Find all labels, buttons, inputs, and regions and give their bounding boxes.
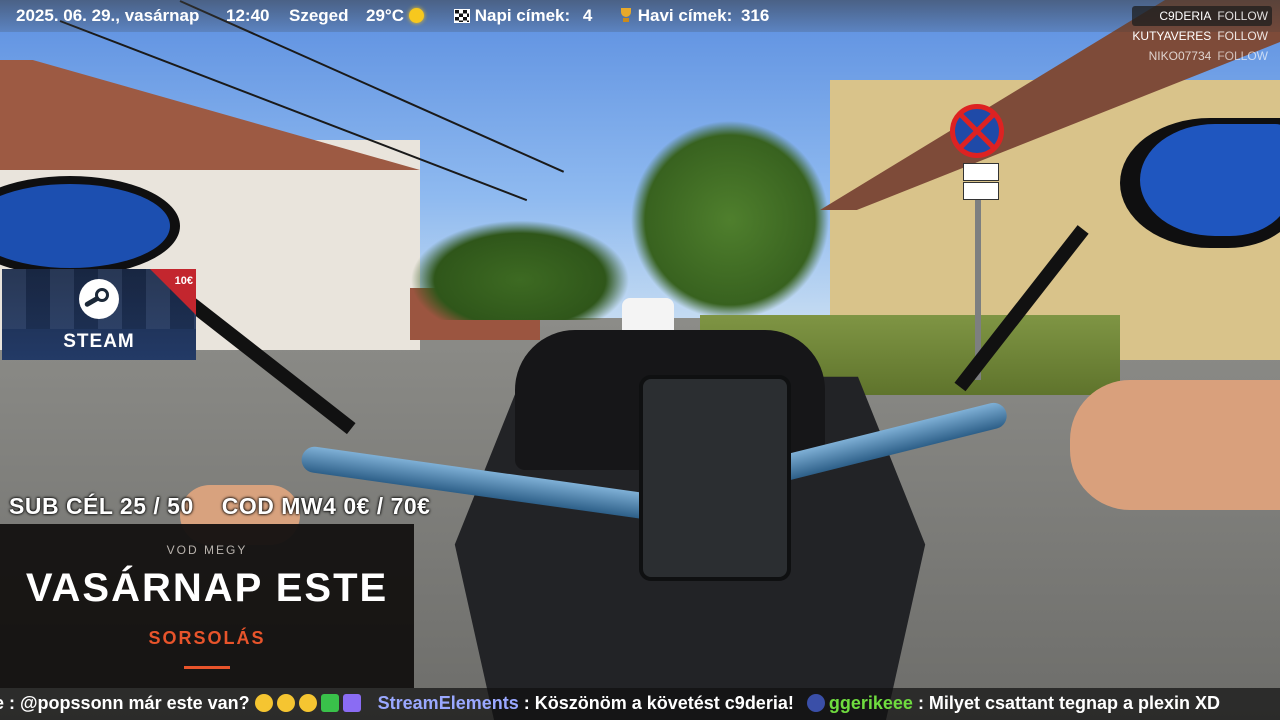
chat-text: e : @popssonn már este van? — [0, 693, 250, 713]
chat-track: e : @popssonn már este van? StreamElemen… — [0, 693, 1228, 714]
chat-text: : Köszönöm a követést c9deria! — [523, 693, 794, 713]
vod-announcement-panel: VOD MEGY VASÁRNAP ESTE SORSOLÁS — [0, 524, 414, 688]
steam-giveaway-card: 10€ STEAM — [2, 269, 196, 360]
follower-row: KUTYAVERES FOLLOW — [1132, 26, 1272, 46]
monthly-titles: Havi címek: 316 — [619, 6, 769, 26]
sun-icon — [408, 8, 424, 23]
phone-mount — [639, 375, 791, 581]
follow-label: FOLLOW — [1217, 29, 1268, 43]
follower-name: NIKO07734 — [1148, 49, 1212, 63]
daily-titles: Napi címek: 4 — [454, 6, 592, 26]
vod-title: VASÁRNAP ESTE — [25, 566, 389, 610]
follower-name: C9DERIA — [1159, 9, 1212, 23]
sub-goal-text: SUB CÉL 25 / 50 — [9, 493, 194, 519]
daily-titles-label: Napi címek: — [474, 6, 571, 25]
laughing-emoji-icon — [276, 694, 295, 712]
recent-followers: C9DERIA FOLLOW KUTYAVERES FOLLOW NIKO07734… — [1132, 6, 1272, 66]
follower-row: NIKO07734 FOLLOW — [1132, 46, 1272, 66]
weather: 29°C — [366, 6, 424, 26]
laughing-emoji-icon — [298, 694, 317, 712]
trees-left — [410, 220, 630, 320]
goals-line: SUB CÉL 25 / 50 COD MW4 0€ / 70€ — [9, 493, 430, 520]
time-text: 12:40 — [226, 6, 270, 25]
temperature-text: 29°C — [366, 6, 404, 25]
follower-row: C9DERIA FOLLOW — [1132, 6, 1272, 26]
purple-badge-icon — [342, 694, 361, 712]
chat-message: StreamElements : Köszönöm a követést c9d… — [378, 693, 799, 713]
checkered-flag-icon — [454, 9, 470, 23]
trees-center — [630, 120, 830, 320]
follow-label: FOLLOW — [1217, 49, 1268, 63]
sign-plate — [963, 163, 999, 181]
follow-label: FOLLOW — [1217, 9, 1268, 23]
car — [622, 298, 674, 334]
chat-text: : Milyet csattant tegnap a plexin XD — [917, 693, 1220, 713]
accent-divider — [184, 666, 230, 669]
stream-info-bar: 2025. 06. 29., vasárnap 12:40 Szeged 29°… — [0, 0, 1280, 32]
steam-logo-icon — [79, 279, 119, 319]
date-text: 2025. 06. 29., vasárnap — [16, 6, 200, 25]
chat-message: e : @popssonn már este van? — [0, 693, 370, 713]
monthly-titles-label: Havi címek: — [637, 6, 733, 25]
follower-name: KUTYAVERES — [1132, 29, 1212, 43]
price-text: 10€ — [174, 275, 193, 287]
user-badge-icon — [806, 694, 825, 712]
chat-message: ggerikeee : Milyet csattant tegnap a ple… — [806, 693, 1220, 713]
mirror-right-glass — [1140, 124, 1280, 236]
flushed-emoji-icon — [254, 694, 273, 712]
rider-hand-right — [1070, 380, 1280, 510]
green-badge-icon — [320, 694, 339, 712]
chat-username[interactable]: ggerikeee — [829, 693, 913, 713]
monthly-titles-count: 316 — [740, 6, 770, 25]
daily-titles-count: 4 — [582, 6, 593, 25]
vod-subtitle: SORSOLÁS — [148, 628, 266, 648]
trophy-icon — [619, 8, 633, 23]
cod-goal-text: COD MW4 0€ / 70€ — [221, 493, 431, 519]
sign-plate-arrows — [963, 182, 999, 200]
chat-username[interactable]: StreamElements — [378, 693, 519, 713]
city-text: Szeged — [289, 6, 349, 25]
vod-eyebrow: VOD MEGY — [166, 543, 248, 557]
chat-ticker: e : @popssonn már este van? StreamElemen… — [0, 688, 1280, 720]
steam-name: STEAM — [63, 331, 135, 352]
no-stopping-sign-icon — [950, 104, 1004, 158]
